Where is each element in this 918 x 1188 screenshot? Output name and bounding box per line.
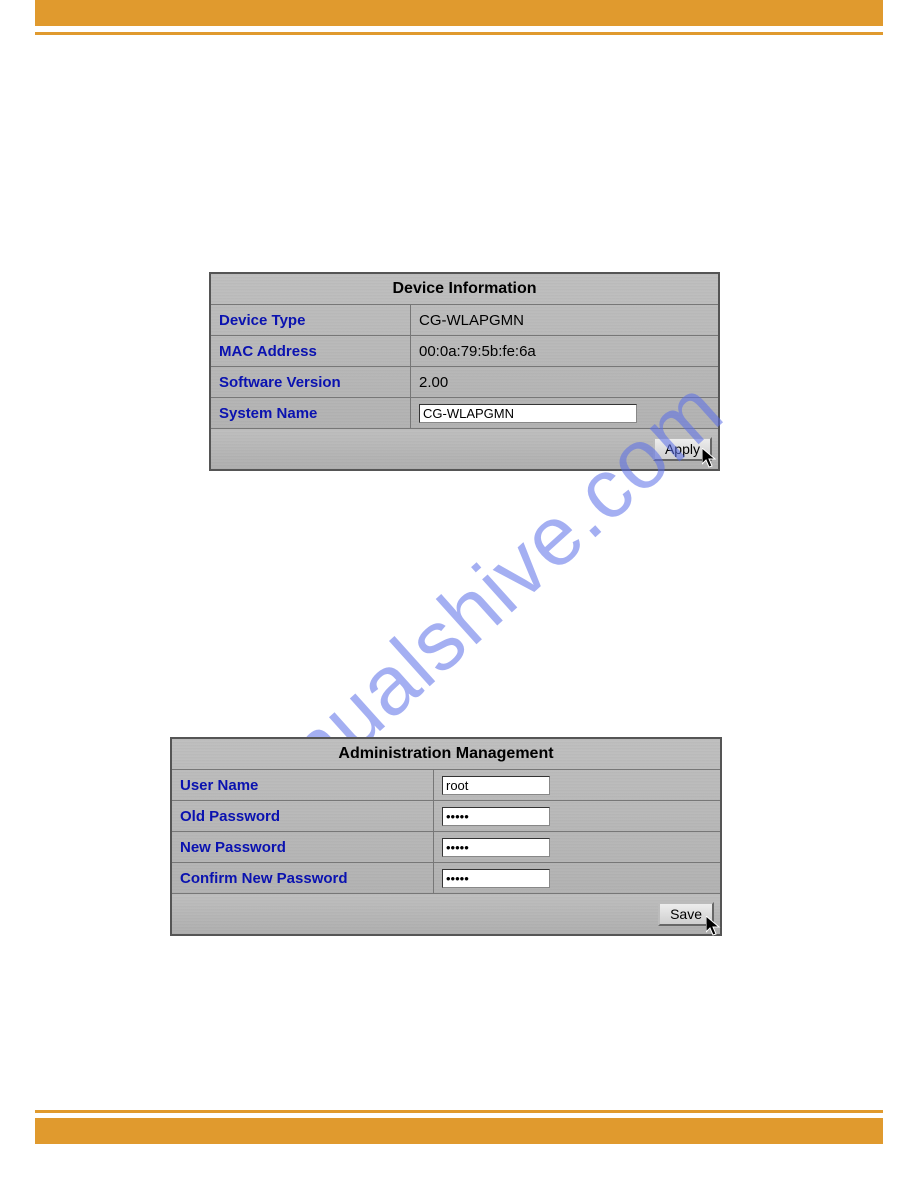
confirm-new-password-input[interactable] xyxy=(442,869,550,888)
top-orange-bar xyxy=(35,0,883,26)
user-name-row: User Name xyxy=(172,770,720,801)
mac-address-value: 00:0a:79:5b:fe:6a xyxy=(411,336,718,366)
new-password-row: New Password xyxy=(172,832,720,863)
device-info-button-row: Apply xyxy=(211,429,718,469)
software-version-label: Software Version xyxy=(211,367,411,397)
old-password-label: Old Password xyxy=(172,801,434,831)
bottom-orange-bar xyxy=(35,1118,883,1144)
device-information-title: Device Information xyxy=(211,274,718,305)
user-name-label: User Name xyxy=(172,770,434,800)
old-password-input[interactable] xyxy=(442,807,550,826)
confirm-new-password-label: Confirm New Password xyxy=(172,863,434,893)
user-name-input[interactable] xyxy=(442,776,550,795)
system-name-row: System Name xyxy=(211,398,718,429)
system-name-input[interactable] xyxy=(419,404,637,423)
software-version-row: Software Version 2.00 xyxy=(211,367,718,398)
software-version-value: 2.00 xyxy=(411,367,718,397)
new-password-label: New Password xyxy=(172,832,434,862)
administration-management-panel: Administration Management User Name Old … xyxy=(170,737,722,936)
save-button[interactable]: Save xyxy=(658,902,714,926)
device-type-value: CG-WLAPGMN xyxy=(411,305,718,335)
bottom-divider-line xyxy=(35,1110,883,1113)
new-password-input[interactable] xyxy=(442,838,550,857)
system-name-label: System Name xyxy=(211,398,411,428)
admin-button-row: Save xyxy=(172,894,720,934)
confirm-new-password-row: Confirm New Password xyxy=(172,863,720,894)
administration-management-title: Administration Management xyxy=(172,739,720,770)
device-type-row: Device Type CG-WLAPGMN xyxy=(211,305,718,336)
mac-address-row: MAC Address 00:0a:79:5b:fe:6a xyxy=(211,336,718,367)
top-divider-line xyxy=(35,32,883,35)
mac-address-label: MAC Address xyxy=(211,336,411,366)
apply-button[interactable]: Apply xyxy=(653,437,712,461)
device-information-panel: Device Information Device Type CG-WLAPGM… xyxy=(209,272,720,471)
device-type-label: Device Type xyxy=(211,305,411,335)
old-password-row: Old Password xyxy=(172,801,720,832)
